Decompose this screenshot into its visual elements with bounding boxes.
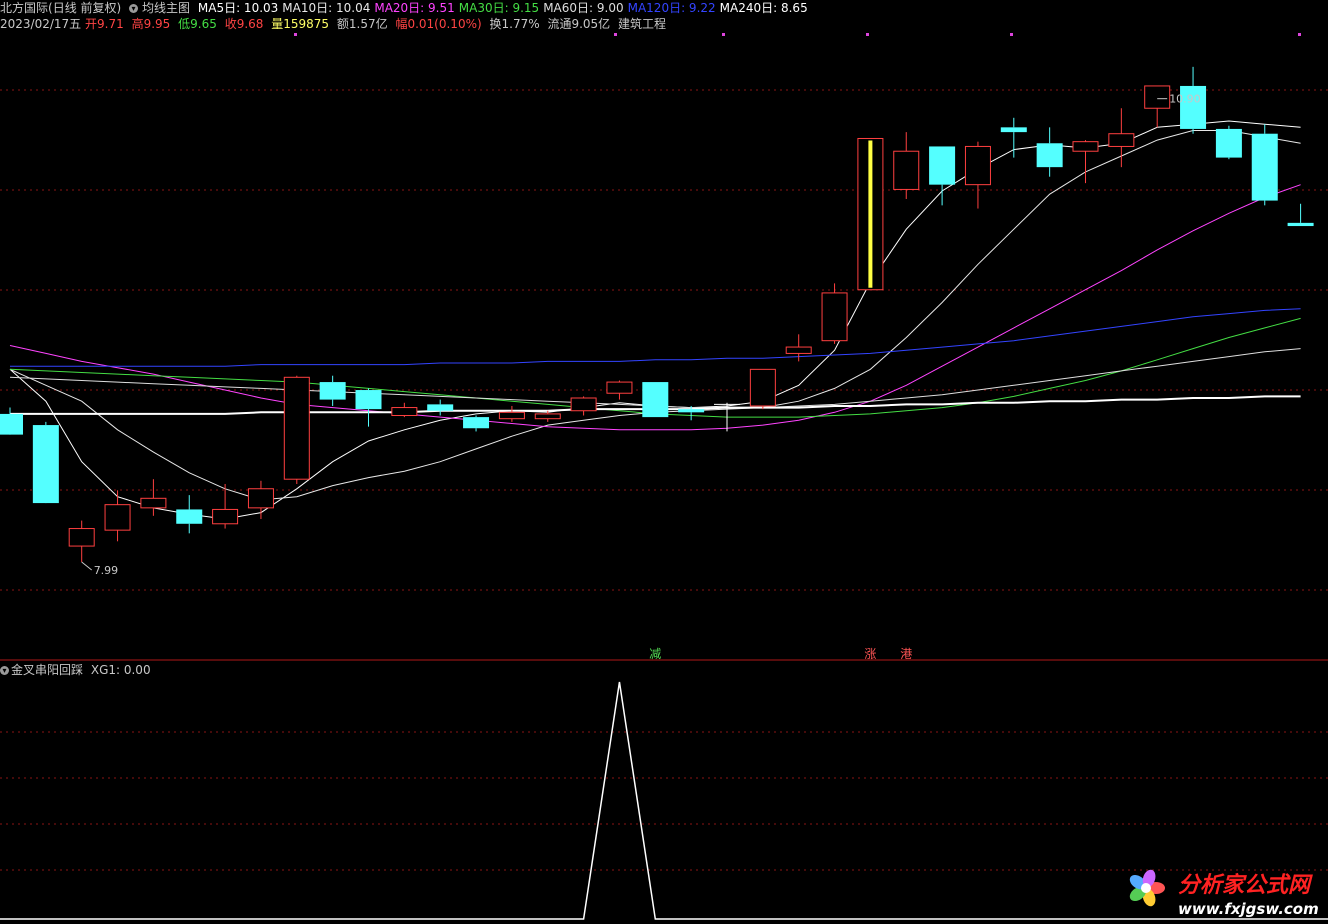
candle — [463, 415, 490, 432]
candle-body — [1251, 133, 1278, 201]
candle — [570, 396, 597, 416]
candle — [319, 375, 346, 406]
candle-body — [140, 497, 167, 509]
candle-body — [176, 509, 203, 524]
candle-body — [606, 381, 633, 394]
annotation-leader — [81, 561, 93, 571]
candle — [1251, 124, 1278, 206]
event-marker — [1010, 33, 1013, 36]
price-annotation: 10.90 — [1169, 93, 1201, 106]
candle-body — [283, 376, 310, 480]
watermark-name: 分析家公式网 — [1178, 872, 1313, 898]
candle-body — [1287, 222, 1314, 227]
candle-body — [355, 390, 382, 410]
ma-line-1 — [9, 120, 1301, 520]
candle-body — [749, 368, 776, 407]
signal-label: 减 — [649, 647, 661, 661]
candle — [1000, 117, 1027, 158]
sub-chart-header: ▾ 金叉串阳回踩 XG1: 0.00 — [0, 662, 151, 678]
xg1-line — [0, 681, 1328, 920]
candle — [176, 495, 203, 534]
ma-line-2 — [9, 130, 1301, 501]
event-marker — [866, 33, 869, 36]
candle — [606, 380, 633, 400]
sub-indicator-title[interactable]: 金叉串阳回踩 — [11, 663, 83, 677]
sub-indicator-value: XG1: 0.00 — [90, 663, 151, 677]
candle — [821, 283, 848, 344]
candle-body — [821, 292, 848, 342]
candle-body — [427, 404, 454, 411]
candle-body — [1144, 85, 1171, 109]
event-marker — [1298, 33, 1301, 36]
candle — [964, 141, 991, 209]
candle — [642, 382, 669, 418]
candle-body — [463, 417, 490, 429]
candle — [893, 132, 920, 199]
limit-up-highlight — [868, 140, 873, 288]
candle-body — [642, 382, 669, 418]
candle — [104, 490, 131, 542]
chart-canvas: 10.90 7.99 减 涨 港 分析家公式网 www.fxjgsw.com — [0, 33, 1328, 920]
candle — [929, 146, 956, 206]
candle-body — [1215, 128, 1242, 158]
candle-body — [1036, 143, 1063, 168]
candle — [1072, 140, 1099, 184]
candle-body — [247, 488, 274, 509]
candle — [749, 368, 776, 410]
candle-body — [498, 411, 525, 420]
candle — [498, 405, 525, 422]
watermark-url: www.fxjgsw.com — [1178, 900, 1319, 918]
candle-body — [964, 145, 991, 186]
candle — [427, 399, 454, 416]
watermark-logo-center — [1141, 883, 1151, 893]
event-marker — [294, 33, 297, 36]
event-marker — [722, 33, 725, 36]
candle-body — [785, 346, 812, 354]
candle — [68, 520, 95, 562]
candle-body — [104, 504, 131, 531]
candle — [247, 480, 274, 519]
event-marker — [614, 33, 617, 36]
candle-body — [1000, 127, 1027, 133]
candle — [0, 407, 23, 435]
sub-indicator-dropdown-icon[interactable]: ▾ — [0, 666, 9, 675]
candle — [283, 375, 310, 484]
candle — [212, 483, 239, 529]
candle-body — [678, 409, 705, 413]
candle — [1215, 125, 1242, 160]
candle-body — [893, 150, 920, 190]
candle — [1036, 127, 1063, 177]
candle — [534, 410, 561, 422]
candle-body — [212, 508, 239, 525]
candle-body — [929, 146, 956, 185]
ma-line-6 — [10, 308, 1301, 367]
candle — [1108, 108, 1135, 168]
signal-label: 涨 — [864, 646, 876, 661]
candle-body — [391, 407, 418, 417]
candle — [355, 388, 382, 427]
candle-body — [1072, 141, 1099, 152]
candle-body — [68, 528, 95, 547]
candle — [391, 402, 418, 418]
candle-body — [534, 413, 561, 420]
candle — [1144, 85, 1171, 128]
candle-body — [32, 425, 59, 504]
candle-body — [0, 413, 23, 435]
candle — [32, 421, 59, 504]
signal-label: 港 — [900, 647, 912, 661]
candle — [140, 479, 167, 516]
candle-body — [1108, 133, 1135, 147]
price-annotation: 7.99 — [94, 564, 119, 577]
candle — [1287, 203, 1314, 227]
candle-body — [319, 382, 346, 400]
candle-body — [570, 397, 597, 412]
